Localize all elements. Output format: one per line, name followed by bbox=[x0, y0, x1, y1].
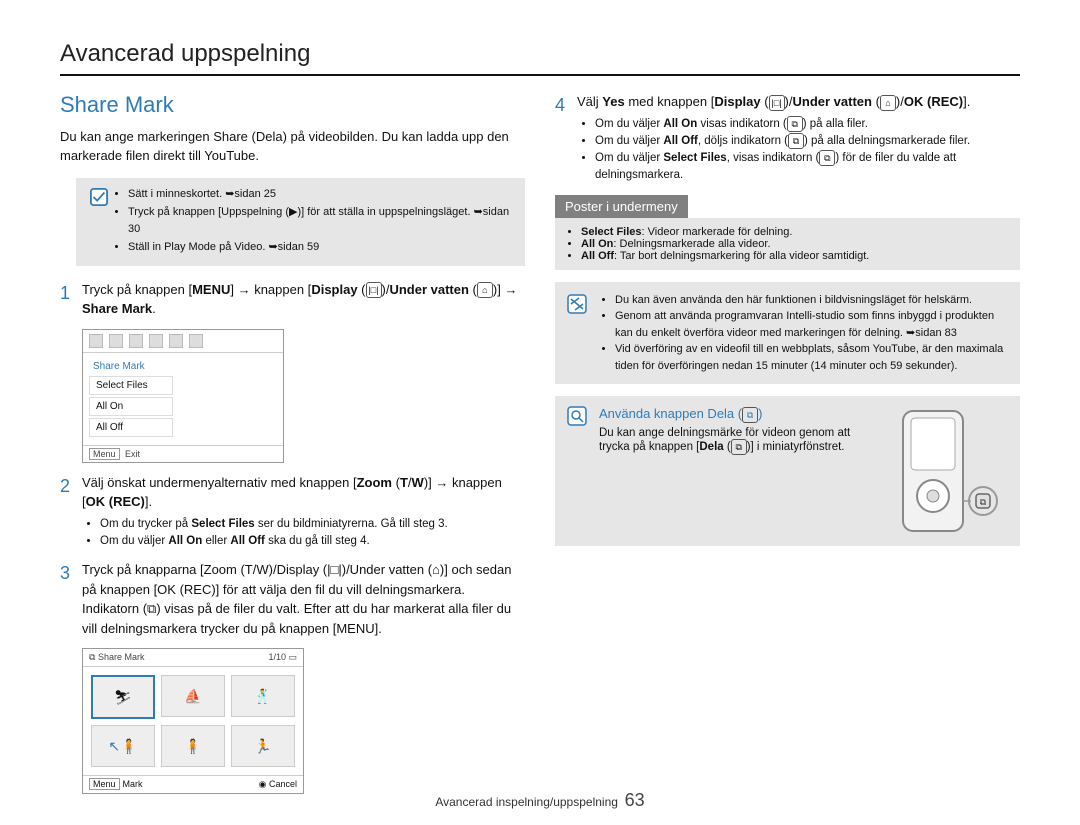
prereq-item: Ställ in Play Mode på Video. ➥sidan 59 bbox=[128, 239, 515, 256]
share-key-icon: ⧉ bbox=[742, 407, 758, 423]
thumbnail: 🕺 bbox=[231, 675, 295, 717]
submenu-item: All On: Delningsmarkerade alla videor. bbox=[581, 238, 1010, 250]
underwater-icon: ⌂ bbox=[477, 282, 493, 298]
two-column-layout: Share Mark Du kan ange markeringen Share… bbox=[60, 92, 1020, 804]
check-icon bbox=[86, 186, 112, 206]
step-body: Tryck på knappen [MENU] → knappen [Displ… bbox=[82, 280, 525, 319]
share-button-tip: Använda knappen Dela (⧉) Du kan ange del… bbox=[555, 396, 1020, 546]
bullet: Om du väljer All On eller All Off ska du… bbox=[100, 533, 525, 550]
step-2-bullets: Om du trycker på Select Files ser du bil… bbox=[82, 516, 525, 551]
menu-item: Select Files bbox=[89, 376, 173, 395]
step-number: 4 bbox=[555, 92, 577, 185]
tip-item: Du kan även använda den här funktionen i… bbox=[615, 292, 1008, 309]
intro-paragraph: Du kan ange markeringen Share (Dela) på … bbox=[60, 128, 525, 166]
thumb-counter: 1/10 ▭ bbox=[268, 652, 297, 663]
thumb-title: ⧉ Share Mark bbox=[89, 652, 144, 663]
device-illustration: ⧉ bbox=[888, 406, 1008, 536]
bullet: Om du väljer Select Files, visas indikat… bbox=[595, 150, 1020, 185]
display-icon: |□| bbox=[769, 95, 785, 111]
submenu-box: Select Files: Videor markerade för delni… bbox=[555, 218, 1020, 270]
submenu-item: Select Files: Videor markerade för delni… bbox=[581, 226, 1010, 238]
tab-icon bbox=[129, 334, 143, 348]
share-button-title: Använda knappen Dela (⧉) bbox=[599, 406, 878, 423]
thumbnail: 🧍 bbox=[161, 725, 225, 767]
step-3-text: Tryck på knapparna [Zoom (T/W)/Display (… bbox=[82, 560, 525, 638]
step-4-text: Välj Yes med knappen [Display (|□|)/Unde… bbox=[577, 94, 970, 109]
menu-head: Share Mark bbox=[89, 359, 277, 374]
step-2-text: Välj önskat undermenyalternativ med knap… bbox=[82, 475, 502, 510]
page-title: Avancerad uppspelning bbox=[60, 40, 1020, 68]
step-number: 1 bbox=[60, 280, 82, 319]
magnify-icon bbox=[567, 406, 589, 429]
thumbnail: ↖🧍 bbox=[91, 725, 155, 767]
thumb-cancel-label: ◉ Cancel bbox=[259, 779, 297, 790]
footer-menu-key: Menu bbox=[89, 448, 120, 460]
title-rule bbox=[60, 74, 1020, 76]
tab-icon bbox=[89, 334, 103, 348]
menu-item: All On bbox=[89, 397, 173, 416]
footer-label: Avancerad inspelning/uppspelning bbox=[435, 795, 618, 809]
step-4: 4 Välj Yes med knappen [Display (|□|)/Un… bbox=[555, 92, 1020, 185]
bullet: Om du trycker på Select Files ser du bil… bbox=[100, 516, 525, 533]
share-key-icon: ⧉ bbox=[731, 439, 747, 455]
thumbnail-selected: ⛷ bbox=[91, 675, 155, 719]
tab-icon bbox=[109, 334, 123, 348]
share-indicator-icon: ⧉ bbox=[819, 150, 835, 166]
tip-item: Genom att använda programvaran Intelli-s… bbox=[615, 308, 1008, 341]
prereq-item: Tryck på knappen [Uppspelning (▶)] för a… bbox=[128, 204, 515, 237]
bullet: Om du väljer All Off, döljs indikatorn (… bbox=[595, 133, 1020, 150]
step-body: Välj Yes med knappen [Display (|□|)/Unde… bbox=[577, 92, 1020, 185]
thumbnail: ⛵ bbox=[161, 675, 225, 717]
step-3: 3 Tryck på knapparna [Zoom (T/W)/Display… bbox=[60, 560, 525, 638]
manual-page: Avancerad uppspelning Share Mark Du kan … bbox=[0, 0, 1080, 825]
thumbnail: 🏃 bbox=[231, 725, 295, 767]
screenshot-menu: Share Mark Select Files All On All Off bbox=[83, 353, 283, 445]
right-column: 4 Välj Yes med knappen [Display (|□|)/Un… bbox=[555, 92, 1020, 804]
step-number: 3 bbox=[60, 560, 82, 638]
tip-box: Du kan även använda den här funktionen i… bbox=[555, 282, 1020, 385]
prerequisite-box: Sätt i minneskortet. ➥sidan 25 Tryck på … bbox=[76, 178, 525, 266]
thumbnail-screenshot: ⧉ Share Mark 1/10 ▭ ⛷ ⛵ 🕺 ↖🧍 🧍 🏃 MenuMar… bbox=[82, 648, 304, 794]
submenu-header: Poster i undermeny bbox=[555, 195, 688, 218]
submenu-item: All Off: Tar bort delningsmarkering för … bbox=[581, 250, 1010, 262]
footer-exit-label: Exit bbox=[125, 449, 140, 459]
menu-screenshot: Share Mark Select Files All On All Off M… bbox=[82, 329, 284, 463]
tab-icon bbox=[189, 334, 203, 348]
screenshot-footer: Menu Exit bbox=[83, 445, 283, 462]
step-body: Välj önskat undermenyalternativ med knap… bbox=[82, 473, 525, 551]
bullet: Om du väljer All On visas indikatorn (⧉)… bbox=[595, 116, 1020, 133]
note-icon bbox=[567, 292, 589, 320]
step-2: 2 Välj önskat undermenyalternativ med kn… bbox=[60, 473, 525, 551]
tab-icon bbox=[149, 334, 163, 348]
page-footer: Avancerad inspelning/uppspelning 63 bbox=[0, 790, 1080, 811]
underwater-icon: ⌂ bbox=[880, 95, 896, 111]
left-column: Share Mark Du kan ange markeringen Share… bbox=[60, 92, 525, 804]
tab-icon bbox=[169, 334, 183, 348]
thumb-grid: ⛷ ⛵ 🕺 ↖🧍 🧍 🏃 bbox=[83, 667, 303, 775]
step-1: 1 Tryck på knappen [MENU] → knappen [Dis… bbox=[60, 280, 525, 319]
thumb-mark-label: MenuMark bbox=[89, 779, 143, 790]
tip-list: Du kan även använda den här funktionen i… bbox=[599, 292, 1008, 375]
share-button-text: Du kan ange delningsmärke för videon gen… bbox=[599, 427, 878, 455]
share-indicator-icon: ⧉ bbox=[787, 116, 803, 132]
step-number: 2 bbox=[60, 473, 82, 551]
share-indicator-icon: ⧉ bbox=[788, 133, 804, 149]
page-number: 63 bbox=[625, 790, 645, 810]
menu-item: All Off bbox=[89, 418, 173, 437]
step-4-bullets: Om du väljer All On visas indikatorn (⧉)… bbox=[577, 116, 1020, 185]
step-1-text: Tryck på knappen [MENU] → knappen [Displ… bbox=[82, 282, 517, 317]
prerequisite-list: Sätt i minneskortet. ➥sidan 25 Tryck på … bbox=[112, 186, 515, 258]
section-title: Share Mark bbox=[60, 92, 525, 118]
thumb-top: ⧉ Share Mark 1/10 ▭ bbox=[83, 649, 303, 667]
screenshot-titlebar bbox=[83, 330, 283, 353]
display-icon: |□| bbox=[366, 282, 382, 298]
svg-text:⧉: ⧉ bbox=[980, 497, 987, 507]
prereq-item: Sätt i minneskortet. ➥sidan 25 bbox=[128, 186, 515, 203]
tip-item: Vid överföring av en videofil till en we… bbox=[615, 341, 1008, 374]
